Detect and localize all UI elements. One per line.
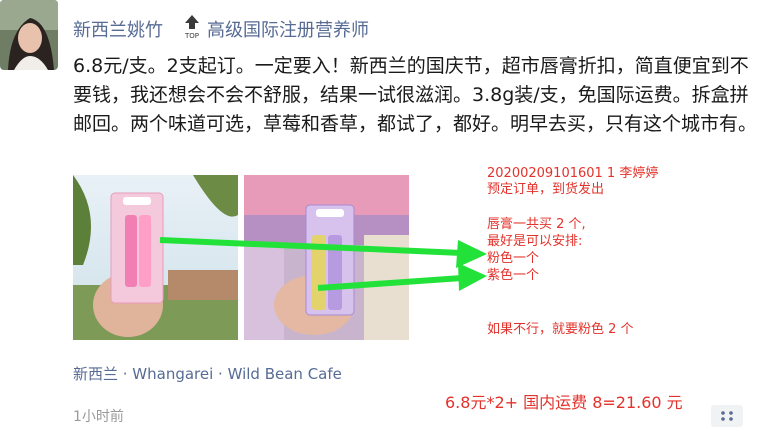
more-dots-icon	[721, 411, 733, 421]
photo-strawberry-lip-balm[interactable]	[73, 175, 238, 340]
price-calculation-note: 6.8元*2+ 国内运费 8=21.60 元	[445, 393, 683, 412]
fallback-note: 如果不行，就要粉色 2 个	[487, 322, 634, 337]
avatar[interactable]	[0, 0, 58, 70]
post-text: 6.8元/支。2支起订。一定要入！新西兰的国庆节，超市唇膏折扣，简直便宜到不要钱…	[73, 55, 758, 135]
author-title: 高级国际注册营养师	[207, 20, 369, 41]
top-badge-label: TOP	[184, 32, 199, 40]
author-name[interactable]: 新西兰姚竹	[73, 16, 163, 42]
order-status-note: 预定订单，到货发出	[487, 182, 605, 197]
location-link[interactable]: 新西兰 · Whangarei · Wild Bean Cafe	[73, 363, 342, 384]
purple-choice-note: 紫色一个	[487, 268, 540, 283]
timestamp: 1小时前	[73, 409, 124, 425]
more-button[interactable]	[711, 405, 743, 427]
top-arrow-icon: TOP	[181, 14, 203, 40]
photo-vanilla-lip-balm[interactable]	[244, 175, 409, 340]
